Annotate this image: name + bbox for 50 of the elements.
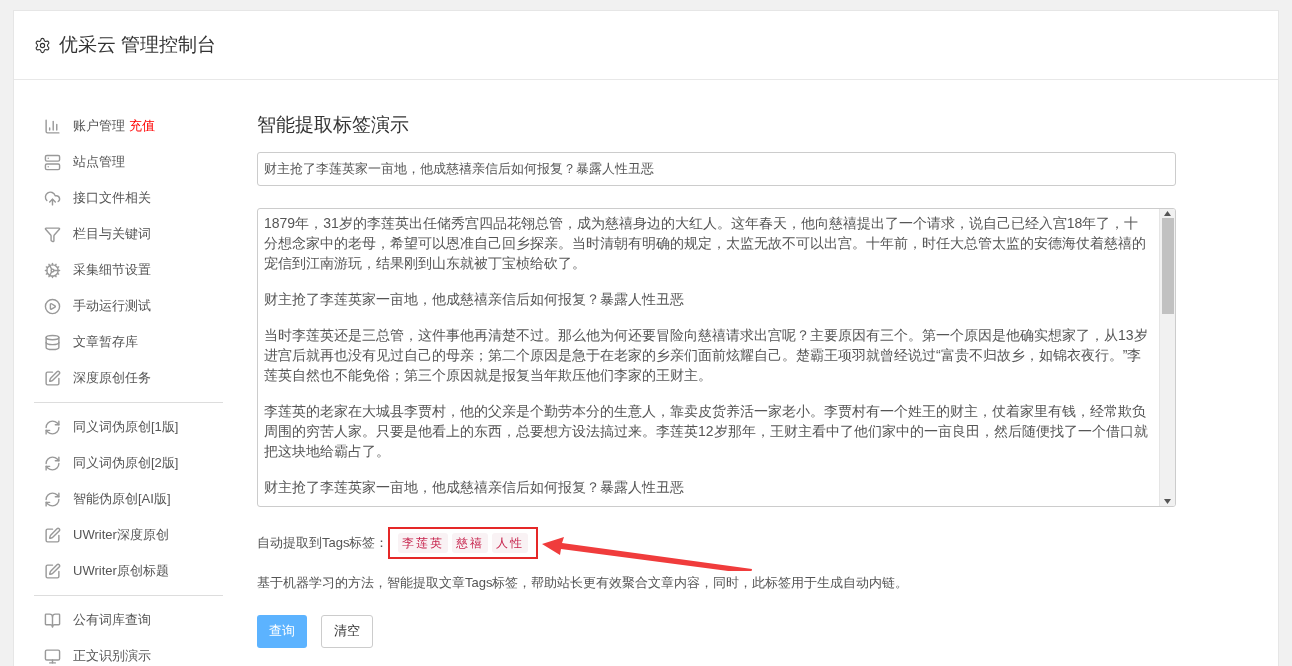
sidebar-item[interactable]: 智能伪原创[AI版] [73,489,171,509]
console-title: 优采云 管理控制台 [59,32,217,57]
sidebar-item[interactable]: 文章暂存库 [73,332,138,352]
refresh-icon [44,418,61,436]
page-heading: 智能提取标签演示 [257,113,410,137]
server-icon [44,153,61,171]
edit-icon [44,369,61,387]
refresh-icon [44,490,61,508]
sidebar-item[interactable]: 同义词伪原创[2版] [73,453,179,473]
sidebar-item[interactable]: 账户管理 [73,116,125,136]
book-icon [44,611,61,629]
sidebar-item[interactable]: 正文识别演示 [73,646,151,666]
content-paragraph: 财主抢了李莲英家一亩地，他成慈禧亲信后如何报复？暴露人性丑恶 [264,478,685,497]
database-icon [44,333,61,351]
sidebar-item[interactable]: UWriter深度原创 [73,525,169,545]
cloud-upload-icon [44,189,61,207]
edit-icon [44,562,61,580]
content-field[interactable] [257,208,1176,507]
sidebar-item[interactable]: 手动运行测试 [73,296,151,316]
sidebar-item[interactable]: 同义词伪原创[1版] [73,417,179,437]
content-paragraph: 当时李莲英还是三总管，这件事他再清楚不过。那么他为何还要冒险向慈禧请求出宫呢？主要原因有三个。第一个原因是他确实想家了，从13岁进宫后就再也没有见过自己的母亲；第二个原因是急于在老家的乡亲们面前炫耀自己。楚霸王项羽就曾经说过“富贵不归故乡，如锦衣夜行。”李莲英自然也不能免俗；第三个原因就是报复当年欺压他们李家的王财主。 [264,326,1149,385]
content-paragraph: 财主抢了李莲英家一亩地，他成慈禧亲信后如何报复？暴露人性丑恶 [264,290,685,309]
monitor-icon [44,647,61,665]
scroll-down-icon[interactable] [1164,499,1171,504]
sidebar-item[interactable]: 公有词库查询 [73,610,151,630]
bar-chart-icon [44,117,61,135]
sidebar-item[interactable]: 站点管理 [73,152,125,172]
play-icon [44,297,61,315]
clear-button[interactable]: 清空 [321,614,373,648]
refresh-icon [44,454,61,472]
title-field[interactable]: 财主抢了李莲英家一亩地，他成慈禧亲信后如何报复？暴露人性丑恶 [257,152,1176,186]
content-paragraph: 李莲英的老家在大城县李贾村，他的父亲是个勤劳本分的生意人，靠卖皮货养活一家老小。李贾村有一个姓王的财主，仗着家里有钱，经常欺负周围的穷苦人家。只要是他看上的东西，总要想方设法搞过来。李莲英12岁那年，王财主看中了他们家中的一亩良田，然后随便找了一个借口就把这块地给霸占了。 [264,402,1149,461]
tag: 人性 [492,533,529,553]
sidebar-item[interactable]: 栏目与关键词 [73,224,151,244]
scroll-thumb[interactable] [1161,218,1174,314]
edit-icon [44,526,61,544]
tag: 慈禧 [452,533,489,553]
tags-label: 自动提取到Tags标签： [257,534,389,553]
sidebar-item[interactable]: UWriter原创标题 [73,561,169,581]
recharge-link[interactable]: 充值 [129,116,155,136]
sidebar-item[interactable]: 接口文件相关 [73,188,151,208]
scroll-up-icon[interactable] [1164,211,1171,216]
filter-icon [44,225,61,243]
settings-icon [34,36,51,54]
sidebar-item[interactable]: 采集细节设置 [73,260,151,280]
description-text: 基于机器学习的方法，智能提取文章Tags标签，帮助站长更有效聚合文章内容，同时，此标签用于生成自动内链。 [257,574,910,592]
tag: 李莲英 [398,533,449,553]
sidebar-item[interactable]: 深度原创任务 [73,368,151,388]
scrollbar[interactable] [1159,209,1175,506]
content-paragraph: 1879年，31岁的李莲英出任储秀宫四品花翎总管，成为慈禧身边的大红人。这年春天，他向慈禧提出了一个请求，说自己已经入宫18年了，十分想念家中的老母，希望可以恩准自己回乡探亲。当时清朝有明确的规定，太监无故不可以出宫。十年前，时任大总管太监的安德海仗着慈禧的宠信到江南游玩，结果刚到山东就被丁宝桢给砍了。 [264,214,1147,273]
